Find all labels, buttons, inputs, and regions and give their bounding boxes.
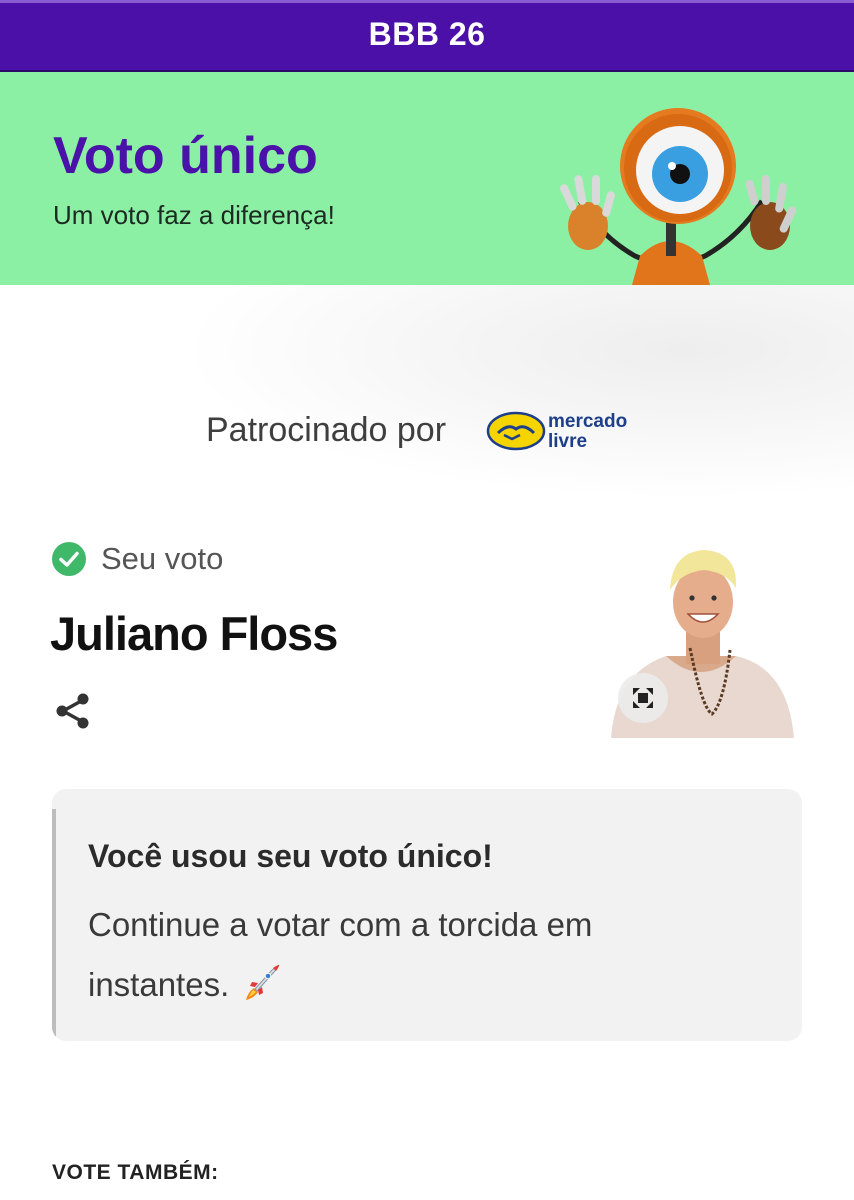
notice-title: Você usou seu voto único! (88, 838, 493, 874)
logo-word-2: livre (548, 431, 587, 452)
mercado-livre-logo: mercado livre (486, 411, 627, 452)
vote-also-heading: VOTE TAMBÉM: (52, 1161, 219, 1184)
eye-mascot-icon (560, 108, 797, 285)
banner-title: Voto único (53, 127, 318, 185)
rocket-icon (246, 964, 280, 1000)
logo-word-1: mercado (548, 411, 627, 432)
expand-photo-button[interactable] (618, 673, 668, 723)
notice-card: Você usou seu voto único! Continue a vot… (52, 789, 802, 1041)
header-title: BBB 26 (368, 16, 486, 52)
your-vote-label: Seu voto (101, 541, 224, 576)
share-icon[interactable] (53, 691, 93, 731)
top-header: BBB 26 (0, 0, 854, 72)
banner-subtitle: Um voto faz a diferença! (53, 200, 335, 230)
background-decoration (180, 285, 854, 500)
notice-text: Continue a votar com a torcida em instan… (88, 906, 593, 1003)
check-circle-icon (52, 542, 86, 576)
card-accent-bar (52, 809, 56, 1041)
notice-text-block: Continue a votar com a torcida em instan… (88, 895, 728, 1015)
sponsor-label: Patrocinado por (206, 411, 447, 449)
promo-banner: Voto único Um voto faz a diferença! (0, 72, 854, 285)
candidate-name: Juliano Floss (50, 607, 338, 660)
expand-icon (633, 688, 653, 708)
